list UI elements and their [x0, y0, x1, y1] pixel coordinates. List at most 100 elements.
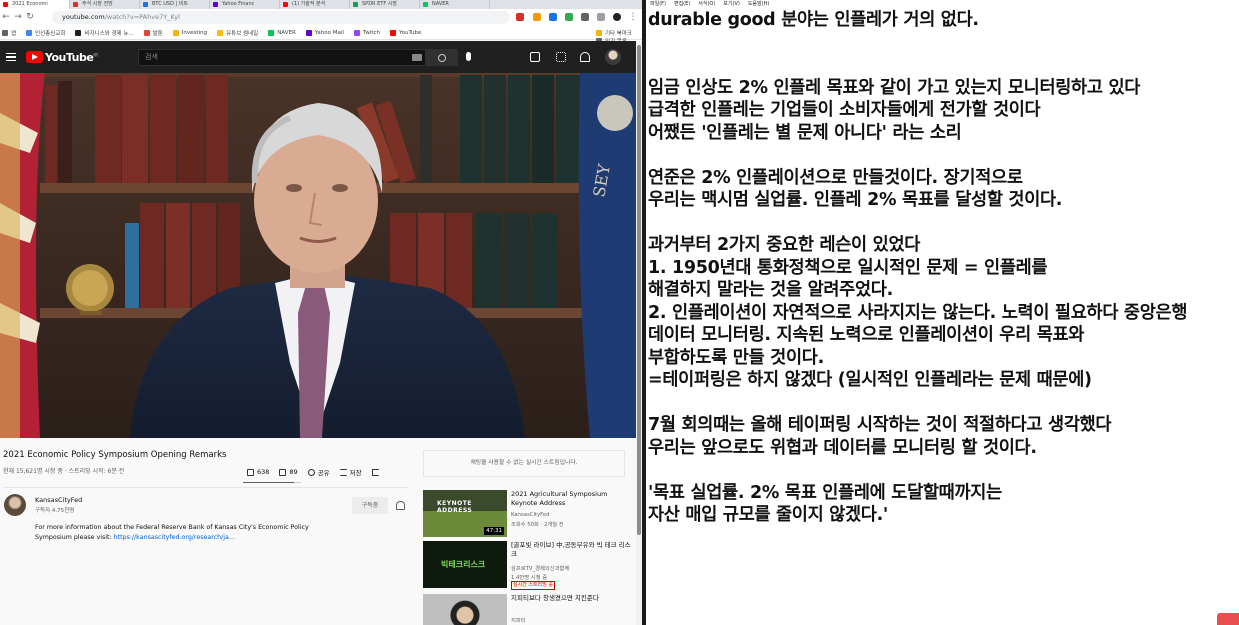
apps-icon	[2, 29, 8, 36]
tab-strip: 2021 Economi 주식 시장 전망 BTC USD | 비트 Yahoo…	[0, 0, 642, 9]
bookmark-item[interactable]: Yahoo Mail	[305, 29, 344, 36]
bookmark-item[interactable]: Twitch	[353, 29, 380, 36]
video-thumbnail[interactable]: KEYNOTE ADDRESS 47:31	[423, 490, 507, 537]
menu-kebab-icon[interactable]: ⋮	[627, 9, 639, 26]
channel-name[interactable]: KansasCityFed	[35, 496, 82, 504]
menu-help[interactable]: 도움말(H)	[748, 0, 769, 9]
youtube-wordmark[interactable]: YouTubeKR	[45, 51, 98, 64]
notepad-line: 임금 인상도 2% 인플레 목표와 같이 가고 있는지 모니터링하고 있다	[648, 77, 1141, 98]
extension-icon[interactable]	[597, 13, 605, 21]
tab-5[interactable]: SPDR ETF 시장	[350, 0, 420, 9]
menu-file[interactable]: 파일(F)	[650, 0, 666, 9]
recommendation-title: 지피티보다 창생겼으면 치킨준다	[511, 594, 599, 602]
search-button[interactable]	[426, 49, 458, 66]
menu-edit[interactable]: 편집(E)	[674, 0, 690, 9]
tab-0[interactable]: 2021 Economi	[0, 0, 70, 9]
bookmark-item[interactable]: 비지니스와 경제 뉴...	[75, 29, 134, 37]
bookmark-item[interactable]: 유튜브 썸네일	[217, 29, 258, 37]
page-scrollbar-thumb[interactable]	[637, 45, 641, 535]
extension-icon[interactable]	[549, 13, 557, 21]
bookmark-apps[interactable]: 앱	[2, 29, 16, 37]
bookmark-item[interactable]: Investing	[172, 29, 207, 36]
account-avatar[interactable]	[605, 49, 621, 65]
notepad-line: 어쨌든 '인플레는 별 문제 아니다' 라는 소리	[648, 122, 962, 143]
notepad-line	[648, 212, 1239, 235]
chat-disabled-notice: 채팅을 사용할 수 없는 실시간 스트림입니다.	[423, 450, 625, 477]
menu-format[interactable]: 서식(O)	[698, 0, 715, 9]
extension-icon[interactable]	[565, 13, 573, 21]
back-icon[interactable]: ←	[0, 9, 12, 26]
notepad-line	[648, 459, 1239, 482]
recommendation-channel: 지피티	[511, 618, 526, 624]
extension-icon[interactable]	[581, 13, 589, 21]
youtube-logo-icon[interactable]	[26, 51, 43, 63]
profile-icon[interactable]	[613, 13, 621, 21]
notepad-line: 우리는 맥시멈 실업률. 인플레 2% 목표를 달성할 것이다.	[648, 190, 1063, 210]
bookmark-favicon-icon	[172, 29, 179, 36]
bookmark-item[interactable]: 발툰	[143, 29, 163, 37]
recommendation-meta: 조회수 50회 · 2개월 전	[511, 522, 564, 528]
divider	[3, 487, 409, 488]
tab-3[interactable]: Yahoo Financ	[210, 0, 280, 9]
youtube-header: YouTubeKR 검색	[0, 41, 642, 73]
notepad-line: 자산 매입 규모를 줄이지 않겠다.'	[648, 505, 888, 525]
dislike-button[interactable]: 89	[279, 467, 298, 477]
reload-icon[interactable]: ↻	[24, 9, 36, 26]
notepad-menubar: 파일(F) 편집(E) 서식(O) 보기(V) 도움말(H)	[646, 0, 1239, 9]
notepad-line	[648, 32, 1239, 55]
url-input[interactable]: youtube.com/watch?v=PAhve7Y_Kyl	[52, 11, 510, 24]
video-title: 2021 Economic Policy Symposium Opening R…	[3, 450, 227, 460]
recommendation-card[interactable]: 지피티보다 창생겼으면 치킨준다 지피티	[423, 594, 638, 625]
notepad-line	[648, 54, 1239, 77]
forward-icon[interactable]: →	[12, 9, 24, 26]
notepad-line: 7월 회의때는 올해 테이퍼링 시작하는 것이 적절하다고 생각했다	[648, 415, 1112, 435]
extension-icon[interactable]	[533, 13, 541, 21]
notepad-text-area[interactable]: durable good 분야는 인플레가 거의 없다. 임금 인상도 2% 인…	[648, 9, 1239, 527]
recommendation-card[interactable]: 빅테크리스크 [골포빛 라이브] 中,공동부유와 빅 테크 리스크 삼프로TV_…	[423, 541, 638, 591]
bookmark-item[interactable]: NAVER	[268, 29, 296, 36]
tab-4[interactable]: (1) 기술적 분석	[280, 0, 350, 9]
create-video-icon[interactable]	[530, 52, 540, 62]
notepad-line: 2. 인플레이션이 자연적으로 사라지지는 않는다. 노력이 필요하다 중앙은행	[648, 302, 1188, 323]
channel-subscribers: 구독자 4.75천명	[35, 508, 75, 514]
report-button[interactable]	[371, 467, 382, 477]
notifications-bell-icon[interactable]	[580, 52, 590, 62]
bookmark-favicon-icon	[26, 29, 33, 36]
video-actions: 638 89 공유 저장	[247, 467, 392, 477]
tab-2[interactable]: BTC USD | 비트	[140, 0, 210, 9]
save-button[interactable]: 저장	[339, 467, 362, 477]
thumbs-up-icon	[247, 468, 254, 476]
notepad-line: 데이터 모니터링. 지속된 노력으로 인플레이션이 우리 목표와	[648, 325, 1085, 345]
notepad-line	[648, 392, 1239, 415]
recommendation-meta: 1.4만명 시청 중	[511, 575, 548, 581]
search-input[interactable]: 검색	[138, 49, 426, 66]
recommendation-card[interactable]: KEYNOTE ADDRESS 47:31 2021 Agricultural …	[423, 490, 638, 540]
bookmark-favicon-icon	[305, 29, 312, 36]
video-player[interactable]: SEY	[0, 73, 636, 438]
share-icon	[307, 468, 315, 476]
keyboard-icon[interactable]	[412, 54, 422, 61]
bookmark-item[interactable]: YouTube	[390, 29, 421, 36]
share-button[interactable]: 공유	[307, 467, 330, 477]
description-link[interactable]: https://kansascityfed.org/research/ja...	[114, 534, 235, 541]
channel-avatar[interactable]	[4, 494, 26, 516]
taskbar-corner-icon[interactable]	[1217, 613, 1239, 625]
bookmark-item[interactable]: 인선총신교회	[26, 29, 65, 37]
apps-grid-icon[interactable]	[556, 52, 566, 62]
tab-6[interactable]: NAVER	[420, 0, 490, 9]
menu-view[interactable]: 보기(V)	[723, 0, 740, 9]
video-thumbnail[interactable]	[423, 594, 507, 625]
video-thumbnail[interactable]: 빅테크리스크	[423, 541, 507, 588]
hamburger-menu-icon[interactable]	[6, 53, 16, 61]
microphone-icon[interactable]	[466, 52, 471, 61]
like-button[interactable]: 638	[247, 467, 269, 477]
bookmark-favicon-icon	[143, 29, 150, 36]
notification-bell-icon[interactable]	[396, 501, 405, 510]
bookmark-favicon-icon	[268, 29, 275, 36]
tab-1[interactable]: 주식 시장 전망	[70, 0, 140, 9]
subscribed-button[interactable]: 구독중	[352, 497, 388, 514]
video-meta: 현재 15,621명 시청 중 · 스트리밍 시작: 6분 전	[3, 468, 125, 475]
extension-icon[interactable]	[516, 13, 524, 21]
browser-window: 2021 Economi 주식 시장 전망 BTC USD | 비트 Yahoo…	[0, 0, 642, 625]
bookmark-favicon-icon	[75, 29, 82, 36]
